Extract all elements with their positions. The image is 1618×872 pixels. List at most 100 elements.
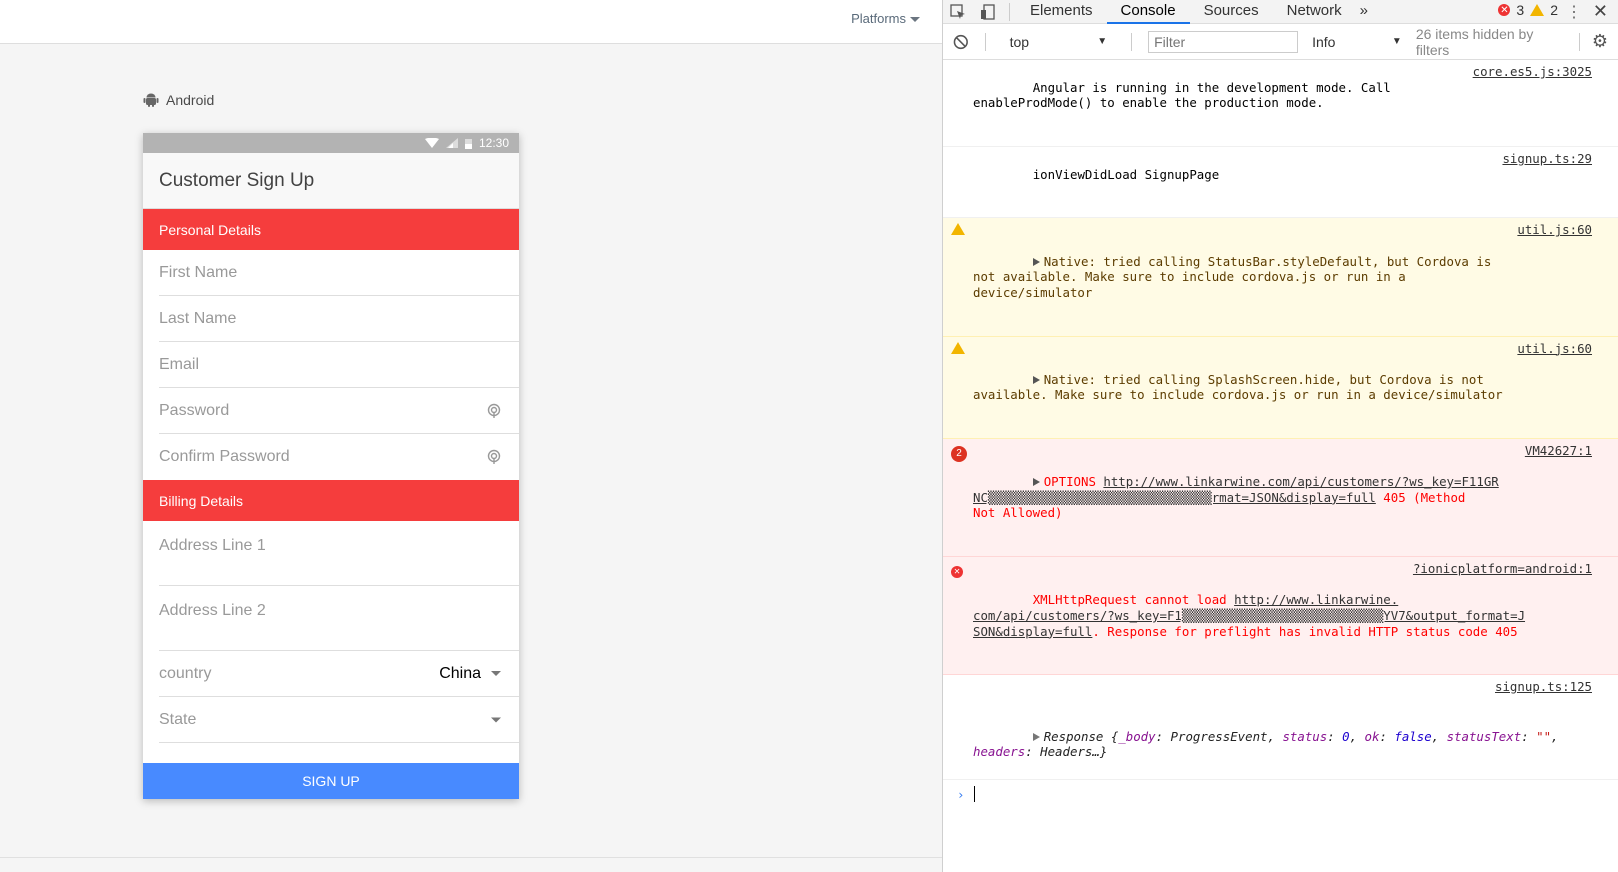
console-log-entry: signup.ts:125 Response {_body: ProgressE…: [943, 675, 1618, 781]
country-select[interactable]: country China: [159, 651, 519, 697]
warning-icon: [951, 223, 965, 239]
platform-label: Android: [143, 92, 214, 108]
source-link[interactable]: ?ionicplatform=android:1: [1412, 561, 1592, 577]
state-label: State: [159, 710, 197, 728]
chevron-down-icon: ▼: [1097, 36, 1108, 47]
country-value: China: [439, 664, 481, 682]
console-warning-entry: Native: tried calling StatusBar.styleDef…: [943, 218, 1618, 337]
close-icon[interactable]: ✕: [1593, 1, 1608, 22]
password-field[interactable]: Password: [159, 388, 519, 434]
source-link[interactable]: core.es5.js:3025: [1473, 64, 1592, 80]
console-warning-entry: Native: tried calling SplashScreen.hide,…: [943, 336, 1618, 440]
signal-icon: [445, 138, 458, 148]
device-time: 12:30: [478, 136, 509, 150]
password-placeholder: Password: [159, 401, 230, 419]
clear-console-icon[interactable]: [953, 34, 969, 50]
divider: [1009, 2, 1010, 21]
issue-counts[interactable]: ✕ 3 2: [1498, 2, 1558, 18]
first-name-field[interactable]: First Name: [159, 250, 519, 296]
address-line-1-placeholder: Address Line 1: [159, 537, 266, 554]
wifi-icon: [424, 138, 439, 148]
object-value: false: [1394, 728, 1432, 744]
divider: [1578, 32, 1580, 51]
chevron-down-icon: [491, 717, 501, 722]
object-key: ok: [1364, 728, 1380, 744]
preview-pane: Platforms Android 12:30 Customer Sign Up…: [0, 0, 942, 872]
source-link[interactable]: VM42627:1: [1524, 443, 1592, 459]
confirm-password-field[interactable]: Confirm Password: [159, 434, 519, 480]
console-error-entry: ✕ XMLHttpRequest cannot load http://www.…: [943, 557, 1618, 676]
source-link[interactable]: signup.ts:125: [1495, 679, 1592, 695]
object-value: Headers…}: [1040, 744, 1108, 760]
tab-console[interactable]: Console: [1106, 0, 1190, 24]
source-link[interactable]: util.js:60: [1517, 340, 1592, 357]
state-select[interactable]: State: [159, 697, 519, 743]
divider: [1131, 32, 1133, 51]
console-log-entry: Angular is running in the development mo…: [943, 60, 1618, 147]
platform-name: Android: [166, 92, 215, 108]
expand-triangle-icon[interactable]: [1032, 478, 1040, 487]
device-toolbar-icon[interactable]: [973, 0, 1003, 24]
warning-icon: [951, 341, 965, 358]
inspect-element-icon[interactable]: [943, 0, 973, 24]
divider: [984, 32, 986, 51]
object-key: statusText: [1446, 728, 1522, 744]
more-options-icon[interactable]: ⋮: [1566, 2, 1582, 22]
tab-network[interactable]: Network: [1273, 0, 1356, 24]
expand-triangle-icon[interactable]: [1032, 732, 1040, 741]
section-personal-details: Personal Details: [143, 209, 519, 250]
object-key: status: [1282, 728, 1328, 744]
last-name-field[interactable]: Last Name: [159, 296, 519, 342]
log-text: XMLHttpRequest cannot load: [1032, 592, 1235, 608]
platforms-dropdown[interactable]: Platforms: [851, 11, 920, 26]
divider: [0, 857, 942, 858]
error-count: 3: [1516, 2, 1525, 18]
error-icon: ✕: [1498, 4, 1511, 16]
tab-sources[interactable]: Sources: [1190, 0, 1273, 24]
warning-count: 2: [1550, 2, 1558, 18]
filter-input[interactable]: [1148, 30, 1299, 53]
screen: Platforms Android 12:30 Customer Sign Up…: [0, 0, 1618, 872]
section-billing-details: Billing Details: [143, 480, 519, 521]
state-value-wrap: [491, 717, 501, 722]
gear-icon[interactable]: ⚙: [1592, 31, 1608, 52]
device-status-bar: 12:30: [143, 133, 519, 153]
country-label: country: [159, 664, 212, 682]
response-label: Response: [1043, 728, 1111, 744]
object-key: _body: [1118, 728, 1156, 744]
log-text: Native: tried calling StatusBar.styleDef…: [973, 253, 1492, 300]
email-field[interactable]: Email: [159, 342, 519, 388]
address-line-2-placeholder: Address Line 2: [159, 602, 266, 619]
address-line-2-field[interactable]: Address Line 2: [159, 586, 519, 651]
object-value: 0: [1342, 728, 1350, 744]
context-select[interactable]: top ▼: [1002, 30, 1116, 54]
expand-triangle-icon[interactable]: [1032, 375, 1040, 384]
source-link[interactable]: signup.ts:29: [1502, 151, 1592, 167]
hidden-items-note: 26 items hidden by filters: [1415, 25, 1534, 58]
sign-up-button[interactable]: SIGN UP: [143, 763, 519, 799]
chevron-right-icon: ›: [957, 786, 965, 802]
log-text-tail: . Response for preflight has invalid HTT…: [1092, 623, 1518, 639]
address-line-1-field[interactable]: Address Line 1: [159, 521, 519, 586]
source-link[interactable]: util.js:60: [1517, 222, 1592, 238]
expand-triangle-icon[interactable]: [1032, 257, 1040, 266]
error-method: OPTIONS: [1043, 474, 1096, 490]
log-text: Angular is running in the development mo…: [973, 79, 1391, 111]
more-tabs-button[interactable]: »: [1356, 0, 1372, 24]
lab-toolbar: Platforms: [0, 0, 942, 44]
log-level-select[interactable]: Info ▼: [1308, 30, 1406, 54]
chevron-down-icon: [491, 671, 501, 676]
devtools-tabbar: Elements Console Sources Network » ✕ 3 2…: [943, 0, 1618, 24]
confirm-password-toggle[interactable]: [487, 449, 501, 465]
devtools-panel: Elements Console Sources Network » ✕ 3 2…: [942, 0, 1618, 872]
console-toolbar: top ▼ Info ▼ 26 items hidden by filters …: [943, 24, 1618, 60]
android-icon: [143, 93, 159, 107]
fingerprint-icon: [487, 403, 501, 418]
chevron-down-icon: [910, 17, 920, 22]
country-value-wrap: China: [439, 665, 501, 683]
log-text: Native: tried calling SplashScreen.hide,…: [973, 371, 1503, 403]
confirm-password-placeholder: Confirm Password: [159, 448, 290, 465]
console-prompt[interactable]: ›: [943, 780, 1618, 808]
tab-elements[interactable]: Elements: [1016, 0, 1107, 24]
password-toggle[interactable]: [487, 403, 501, 419]
